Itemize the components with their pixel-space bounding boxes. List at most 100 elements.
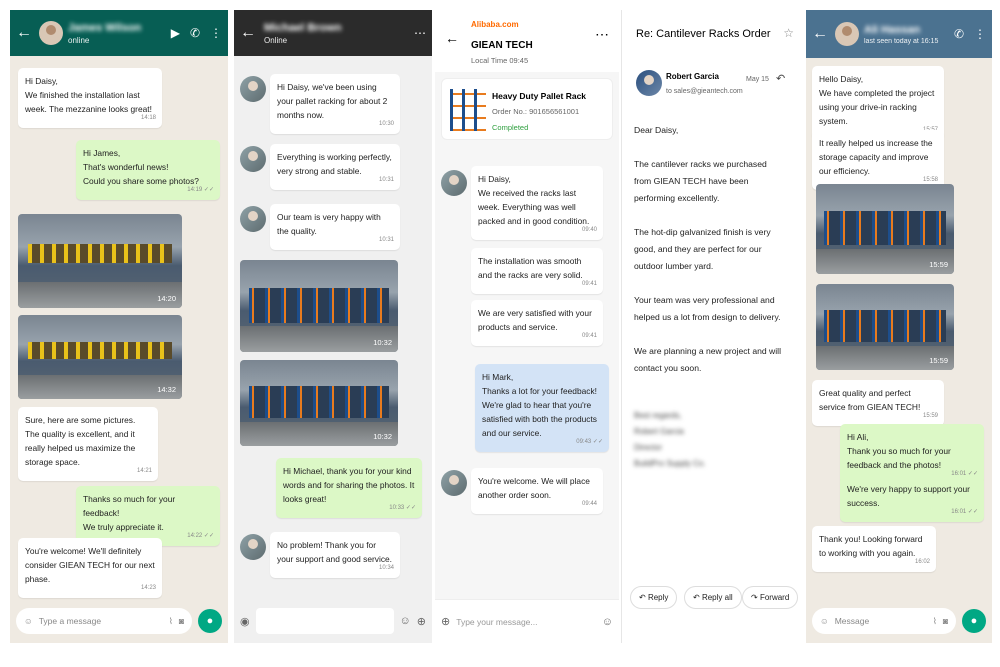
photo-message[interactable]: 14:20 xyxy=(18,214,182,308)
chat-panel-michael: ← Michael Brown Online ⋯ Hi Daisy, we've… xyxy=(234,10,432,643)
emoji-icon[interactable]: ☺ xyxy=(24,616,33,626)
avatar xyxy=(240,146,266,172)
avatar xyxy=(240,206,266,232)
photo-message[interactable]: 15:59 xyxy=(816,184,954,274)
back-arrow-icon[interactable]: ← xyxy=(812,25,830,43)
message-bubble: Everything is working perfectly, very st… xyxy=(270,144,400,190)
message-bubble: The installation was smooth and the rack… xyxy=(471,248,603,294)
more-icon[interactable]: ⋮ xyxy=(210,26,222,40)
camera-icon[interactable]: ◙ xyxy=(943,616,948,626)
emoji-icon[interactable]: ☺ xyxy=(820,616,829,626)
contact-status: last seen today at 16:15 xyxy=(864,37,939,45)
message-bubble: Hi Daisy, We finished the installation l… xyxy=(18,68,162,128)
message-bubble: We're very happy to support your success… xyxy=(840,476,984,522)
message-bubble: Hi Michael, thank you for your kind word… xyxy=(276,458,422,518)
product-thumbnail xyxy=(450,89,486,131)
message-bubble: Thanks so much for your feedback! We tru… xyxy=(76,486,220,546)
chat-header: ← Michael Brown Online ⋯ xyxy=(234,10,432,56)
message-bubble: Hi Mark, Thanks a lot for your feedback!… xyxy=(475,364,609,452)
message-bubble: Great quality and perfect service from G… xyxy=(812,380,944,426)
plus-icon[interactable]: ⊕ xyxy=(417,615,426,628)
company-name: GIEAN TECH xyxy=(471,40,533,51)
phone-icon[interactable]: ✆ xyxy=(190,26,200,40)
plus-icon[interactable]: ⊕ xyxy=(441,615,450,628)
emoji-icon[interactable]: ☺ xyxy=(602,616,613,628)
recipient: to sales@gieantech.com xyxy=(666,88,743,95)
avatar xyxy=(441,470,467,496)
chat-header: ← James Wilson online ▶ ✆ ⋮ xyxy=(10,10,228,56)
message-input[interactable]: ☺ Type a message ⌇ ◙ xyxy=(16,608,192,634)
message-input[interactable]: ☺ Message ⌇ ◙ xyxy=(812,608,956,634)
mic-icon[interactable]: ● xyxy=(962,609,986,633)
email-date: May 15 xyxy=(746,76,769,83)
contact-status: Online xyxy=(264,35,288,45)
message-bubble: It really helped us increase the storage… xyxy=(812,130,944,190)
chat-panel-ali: ← Ali Hassan last seen today at 16:15 ✆ ⋮… xyxy=(806,10,992,643)
order-status: Completed xyxy=(492,123,529,132)
attach-icon[interactable]: ⌇ xyxy=(169,616,173,627)
chat-header: ← Ali Hassan last seen today at 16:15 ✆ ⋮ xyxy=(806,10,992,58)
email-subject: Re: Cantilever Racks Order xyxy=(636,28,771,40)
email-panel: Re: Cantilever Racks Order ☆ Robert Garc… xyxy=(621,10,804,643)
more-icon[interactable]: ⋮ xyxy=(974,27,986,41)
alibaba-chat-panel: ← Alibaba.com GIEAN TECH Local Time 09:4… xyxy=(435,10,619,643)
message-bubble: Our team is very happy with the quality.… xyxy=(270,204,400,250)
composer: ⊕ Type your message... ☺ xyxy=(435,599,619,643)
photo-message[interactable]: 15:59 xyxy=(816,284,954,370)
composer: ☺ Type a message ⌇ ◙ ● xyxy=(10,599,228,643)
forward-button[interactable]: ↷ Forward xyxy=(742,586,799,609)
local-time: Local Time 09:45 xyxy=(471,56,529,65)
message-bubble: Hi James, That's wonderful news! Could y… xyxy=(76,140,220,200)
message-input[interactable] xyxy=(255,608,394,634)
message-bubble: You're welcome. We will place another or… xyxy=(471,468,603,514)
attach-icon[interactable]: ⌇ xyxy=(933,616,937,627)
alibaba-logo: Alibaba.com xyxy=(471,20,519,29)
message-bubble: Hello Daisy, We have completed the proje… xyxy=(812,66,944,140)
avatar xyxy=(240,534,266,560)
reply-icon[interactable]: ↶ xyxy=(776,72,785,85)
photo-message[interactable]: 10:32 xyxy=(240,360,398,446)
avatar xyxy=(441,170,467,196)
mic-icon[interactable]: ● xyxy=(198,609,222,633)
contact-name: James Wilson xyxy=(68,21,142,34)
emoji-icon[interactable]: ☺ xyxy=(400,615,411,627)
phone-icon[interactable]: ✆ xyxy=(954,27,964,41)
message-bubble: Thank you! Looking forward to working wi… xyxy=(812,526,936,572)
avatar[interactable] xyxy=(39,21,63,45)
contact-name: Ali Hassan xyxy=(864,23,921,36)
email-body: Dear Daisy, The cantilever racks we purc… xyxy=(634,125,781,373)
video-call-icon[interactable]: ▶ xyxy=(171,26,180,40)
back-arrow-icon[interactable]: ← xyxy=(445,30,459,46)
composer: ◉ ☺ ⊕ xyxy=(234,599,432,643)
chat-panel-james: ← James Wilson online ▶ ✆ ⋮ Hi Daisy, We f… xyxy=(10,10,228,643)
more-icon[interactable]: ⋯ xyxy=(414,26,426,40)
sender-name: Robert Garcia xyxy=(666,72,719,81)
message-bubble: We are very satisfied with your products… xyxy=(471,300,603,346)
photo-message[interactable]: 10:32 xyxy=(240,260,398,352)
order-number: Order No.: 901656561001 xyxy=(492,107,580,116)
signature: Best regards, Robert Garcia Director BuildP… xyxy=(634,411,706,468)
photo-message[interactable]: 14:32 xyxy=(18,315,182,399)
order-title: Heavy Duty Pallet Rack xyxy=(492,91,587,101)
message-bubble: You're welcome! We'll definitely conside… xyxy=(18,538,162,598)
message-bubble: Sure, here are some pictures. The qualit… xyxy=(18,407,158,481)
contact-status: online xyxy=(68,35,90,45)
camera-icon[interactable]: ◙ xyxy=(179,616,184,626)
mic-icon[interactable]: ◉ xyxy=(240,615,250,628)
back-arrow-icon[interactable]: ← xyxy=(16,24,34,42)
message-input[interactable]: Type your message... xyxy=(456,617,596,627)
message-bubble: No problem! Thank you for your support a… xyxy=(270,532,400,578)
message-bubble: Hi Ali, Thank you so much for your feedb… xyxy=(840,424,984,484)
more-icon[interactable]: ⋯ xyxy=(595,26,609,43)
contact-name: Michael Brown xyxy=(264,21,342,34)
avatar[interactable] xyxy=(835,22,859,46)
reply-all-button[interactable]: ↶ Reply all xyxy=(684,586,742,609)
star-icon[interactable]: ☆ xyxy=(783,26,794,40)
composer: ☺ Message ⌇ ◙ ● xyxy=(806,599,992,643)
order-card[interactable]: Heavy Duty Pallet Rack Order No.: 901656… xyxy=(441,78,613,140)
reply-button[interactable]: ↶ Reply xyxy=(630,586,678,609)
back-arrow-icon[interactable]: ← xyxy=(240,24,258,42)
message-bubble: Hi Daisy, We received the racks last wee… xyxy=(471,166,603,240)
message-bubble: Hi Daisy, we've been using your pallet r… xyxy=(270,74,400,134)
sender-avatar xyxy=(636,70,662,96)
